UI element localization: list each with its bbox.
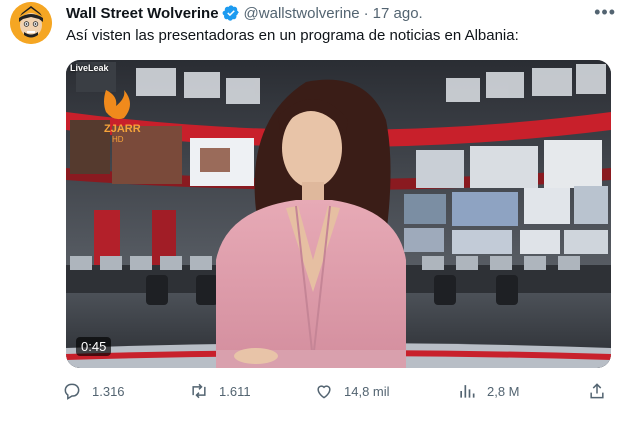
like-icon bbox=[317, 385, 331, 399]
views-count: 2,8 M bbox=[487, 383, 520, 399]
tweet: Wall Street Wolverine @wallstwolverine ·… bbox=[0, 0, 640, 426]
video-player[interactable]: ZJARR HD LiveLeak 0:45 bbox=[66, 60, 611, 368]
author-handle[interactable]: @wallstwolverine bbox=[244, 5, 360, 22]
like-count: 14,8 mil bbox=[344, 383, 390, 399]
retweet-count: 1.611 bbox=[219, 383, 251, 399]
like-button[interactable]: 14,8 mil bbox=[314, 381, 390, 401]
video-frame: ZJARR HD bbox=[66, 60, 611, 368]
svg-text:ZJARR: ZJARR bbox=[104, 123, 141, 135]
tweet-date[interactable]: 17 ago. bbox=[373, 5, 423, 22]
tweet-header: Wall Street Wolverine @wallstwolverine ·… bbox=[66, 4, 423, 22]
video-watermark: LiveLeak bbox=[70, 63, 109, 73]
reply-icon bbox=[64, 383, 80, 400]
more-options-icon[interactable]: ••• bbox=[594, 2, 616, 23]
views-icon bbox=[460, 385, 475, 398]
share-icon bbox=[590, 383, 604, 399]
tweet-text: Así visten las presentadoras en un progr… bbox=[66, 27, 519, 44]
reply-count: 1.316 bbox=[92, 383, 125, 399]
video-duration: 0:45 bbox=[76, 337, 112, 356]
views-button[interactable]: 2,8 M bbox=[457, 381, 520, 401]
avatar[interactable] bbox=[10, 2, 52, 44]
reply-button[interactable]: 1.316 bbox=[62, 381, 125, 401]
separator-dot: · bbox=[363, 4, 369, 22]
retweet-button[interactable]: 1.611 bbox=[189, 381, 251, 401]
share-button[interactable] bbox=[587, 381, 617, 401]
author-name[interactable]: Wall Street Wolverine bbox=[66, 5, 219, 22]
svg-text:HD: HD bbox=[112, 135, 124, 144]
verified-badge-icon bbox=[222, 4, 240, 22]
tweet-actions: 1.316 1.611 14,8 mil 2,8 M bbox=[62, 381, 612, 405]
retweet-icon bbox=[192, 383, 206, 399]
